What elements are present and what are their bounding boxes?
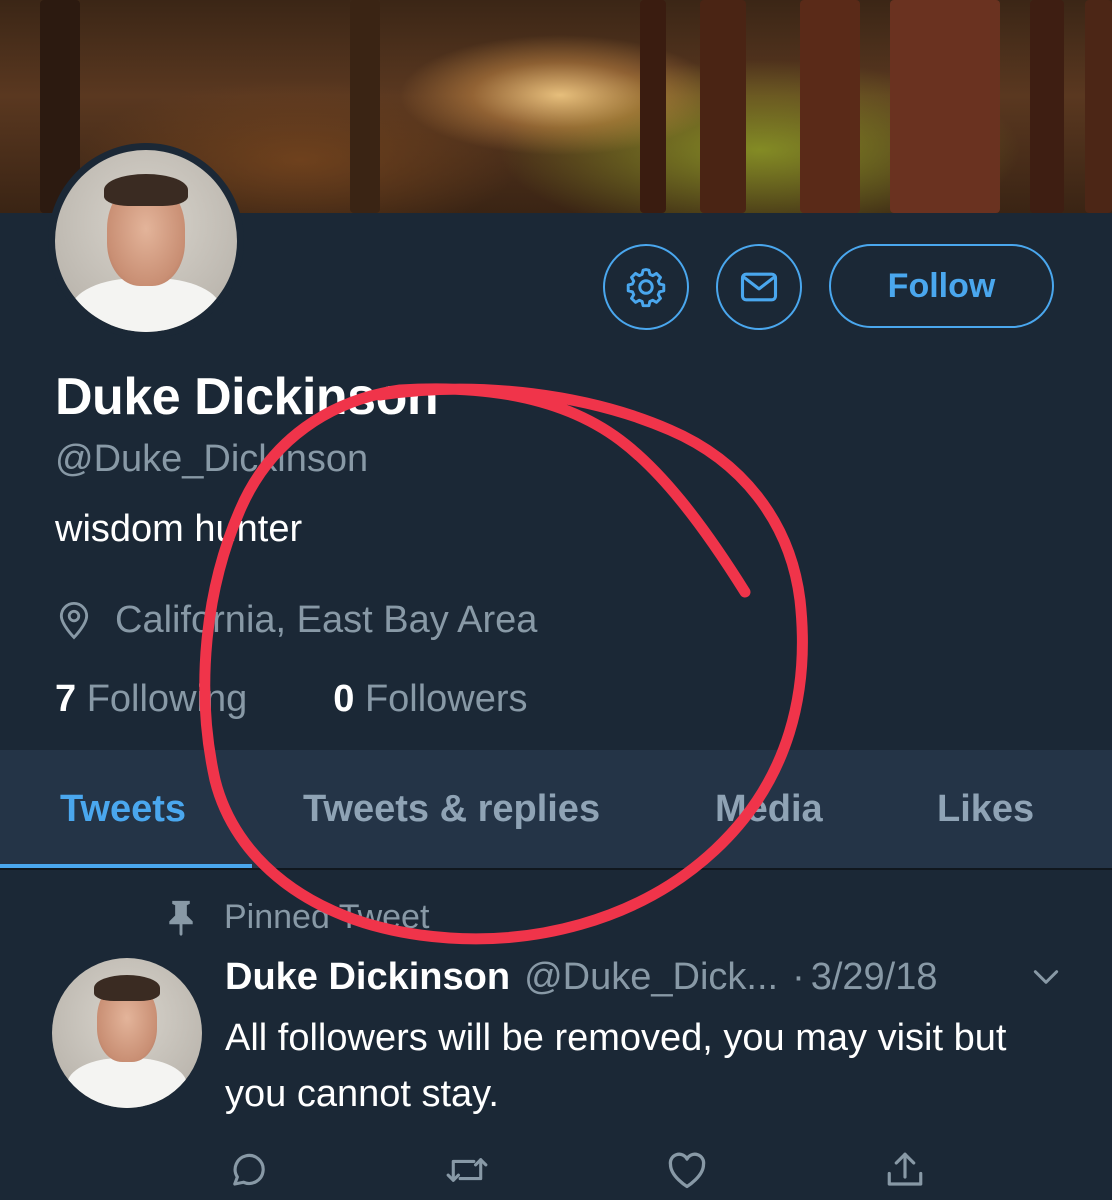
tweet-text: All followers will be removed, you may v…: [225, 1017, 1007, 1115]
profile-avatar[interactable]: [48, 143, 244, 339]
banner-tree-trunk: [350, 0, 380, 213]
profile-handle: @Duke_Dickinson: [55, 438, 369, 480]
profile-tabs: Tweets Tweets & replies Media Likes: [0, 750, 1112, 868]
retweet-icon: [446, 1158, 488, 1182]
followers-label: Followers: [364, 678, 528, 720]
tab-media[interactable]: Media: [715, 750, 823, 868]
tabs-divider: [0, 868, 1112, 870]
follow-button[interactable]: Follow: [829, 244, 1054, 328]
avatar-photo: [55, 150, 237, 332]
location-text: California, East Bay Area: [115, 598, 538, 641]
share-icon: [887, 1152, 923, 1186]
tweet-header: Duke Dickinson @Duke_Dick... · 3/29/18: [225, 952, 938, 1002]
like-button[interactable]: [665, 1148, 709, 1192]
followers-stat[interactable]: 0 Followers: [333, 678, 527, 721]
profile-name: Duke Dickinson: [55, 368, 439, 426]
profile-bio: wisdom hunter: [55, 508, 303, 550]
heart-icon: [668, 1152, 706, 1189]
tweet-author-name[interactable]: Duke Dickinson: [225, 956, 510, 999]
share-button[interactable]: [884, 1148, 926, 1192]
message-button[interactable]: [716, 244, 802, 330]
following-label: Following: [86, 678, 248, 720]
profile-stats: 7 Following 0 Followers: [55, 678, 528, 721]
tweet-separator: ·: [792, 955, 805, 998]
retweet-button[interactable]: [443, 1148, 491, 1192]
banner-tree-trunk: [890, 0, 1000, 213]
following-stat[interactable]: 7 Following: [55, 678, 247, 721]
following-count: 7: [55, 678, 77, 720]
banner-tree-trunk: [1085, 0, 1112, 213]
banner-tree-trunk: [1030, 0, 1064, 213]
gear-icon: [626, 268, 666, 308]
banner-tree-trunk: [700, 0, 746, 213]
pinned-text: Pinned Tweet: [224, 897, 430, 936]
profile-location: California, East Bay Area: [55, 596, 537, 644]
tab-likes[interactable]: Likes: [937, 750, 1034, 868]
tab-tweets-replies[interactable]: Tweets & replies: [303, 750, 600, 868]
location-pin-icon: [59, 601, 89, 640]
chevron-down-icon[interactable]: [1030, 965, 1062, 989]
tweet-date[interactable]: 3/29/18: [811, 956, 938, 999]
pinned-tweet-label: Pinned Tweet: [166, 894, 429, 940]
tweet-avatar[interactable]: [52, 958, 202, 1108]
tweet-author-handle[interactable]: @Duke_Dick...: [524, 956, 778, 999]
reply-icon: [233, 1153, 265, 1186]
tab-tweets[interactable]: Tweets: [60, 750, 186, 868]
settings-button[interactable]: [603, 244, 689, 330]
reply-button[interactable]: [226, 1148, 268, 1192]
pin-icon: [169, 900, 193, 936]
followers-count: 0: [333, 678, 355, 720]
banner-tree-trunk: [800, 0, 860, 213]
envelope-icon: [740, 272, 778, 302]
banner-tree-trunk: [640, 0, 666, 213]
